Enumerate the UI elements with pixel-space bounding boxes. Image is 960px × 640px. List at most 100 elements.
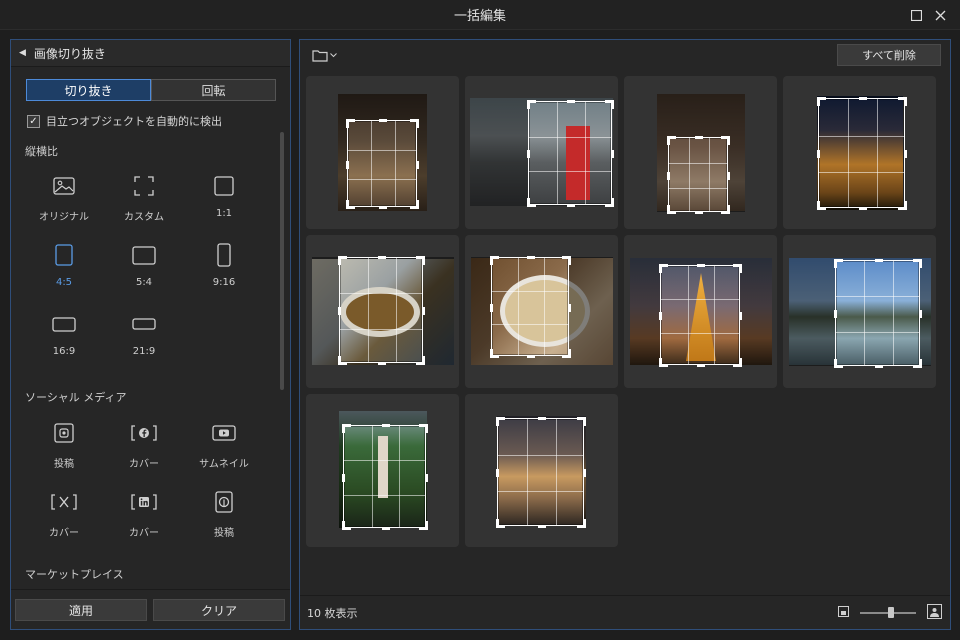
crop-handle[interactable] bbox=[695, 211, 703, 214]
tab-crop[interactable]: 切り抜き bbox=[26, 79, 151, 101]
crop-handle[interactable] bbox=[727, 136, 730, 145]
panel-scrollbar-thumb[interactable] bbox=[280, 132, 284, 390]
crop-handle[interactable] bbox=[874, 259, 883, 262]
crop-handle[interactable] bbox=[527, 150, 530, 158]
crop-handle[interactable] bbox=[416, 200, 419, 209]
crop-handle[interactable] bbox=[834, 259, 837, 268]
crop-handle[interactable] bbox=[338, 307, 341, 315]
crop-handle[interactable] bbox=[346, 200, 349, 209]
crop-handle[interactable] bbox=[583, 417, 586, 426]
crop-handle[interactable] bbox=[919, 310, 922, 318]
thumbnail-card[interactable] bbox=[783, 76, 936, 229]
crop-handle[interactable] bbox=[583, 519, 586, 528]
crop-frame[interactable] bbox=[667, 136, 730, 214]
crop-handle[interactable] bbox=[919, 259, 922, 268]
panel-header[interactable]: ◀ 画像切り抜き bbox=[11, 40, 290, 67]
crop-handle[interactable] bbox=[858, 97, 867, 100]
crop-frame[interactable] bbox=[817, 97, 907, 210]
crop-handle[interactable] bbox=[422, 356, 425, 365]
thumbnail-card[interactable] bbox=[783, 235, 936, 388]
crop-handle[interactable] bbox=[496, 519, 499, 528]
crop-handle[interactable] bbox=[904, 150, 907, 158]
delete-all-button[interactable]: すべて削除 bbox=[837, 44, 941, 66]
thumbnail-card[interactable] bbox=[306, 394, 459, 547]
crop-handle[interactable] bbox=[611, 150, 614, 158]
crop-frame[interactable] bbox=[834, 259, 922, 368]
crop-frame[interactable] bbox=[342, 424, 428, 530]
crop-handle[interactable] bbox=[817, 201, 820, 210]
crop-handle[interactable] bbox=[817, 150, 820, 158]
crop-handle[interactable] bbox=[697, 364, 705, 367]
thumbnail-card[interactable] bbox=[624, 76, 777, 229]
crop-handle[interactable] bbox=[422, 307, 425, 315]
crop-frame[interactable] bbox=[527, 100, 614, 207]
crop-handle[interactable] bbox=[567, 100, 575, 103]
crop-handle[interactable] bbox=[338, 356, 341, 365]
crop-handle[interactable] bbox=[667, 205, 670, 214]
social-instagram-post[interactable]: 投稿 bbox=[24, 419, 104, 479]
crop-handle[interactable] bbox=[568, 256, 571, 265]
thumbnail-card[interactable] bbox=[306, 235, 459, 388]
crop-handle[interactable] bbox=[527, 100, 530, 109]
crop-handle[interactable] bbox=[537, 525, 546, 528]
crop-handle[interactable] bbox=[490, 349, 493, 358]
crop-handle[interactable] bbox=[490, 303, 493, 312]
crop-handle[interactable] bbox=[858, 207, 867, 210]
crop-frame[interactable] bbox=[338, 256, 425, 365]
crop-handle[interactable] bbox=[659, 358, 662, 367]
aspect-custom[interactable]: カスタム bbox=[104, 172, 184, 232]
tab-rotate[interactable]: 回転 bbox=[151, 79, 276, 101]
aspect-4-5[interactable]: 4:5 bbox=[24, 241, 104, 301]
crop-frame[interactable] bbox=[346, 119, 419, 209]
aspect-1-1[interactable]: 1:1 bbox=[184, 172, 264, 232]
aspect-21-9[interactable]: 21:9 bbox=[104, 310, 184, 370]
crop-handle[interactable] bbox=[611, 100, 614, 109]
aspect-original[interactable]: オリジナル bbox=[24, 172, 104, 232]
crop-handle[interactable] bbox=[611, 198, 614, 207]
crop-handle[interactable] bbox=[583, 469, 586, 477]
thumbnail-card[interactable] bbox=[624, 235, 777, 388]
zoom-slider-handle[interactable] bbox=[888, 607, 894, 618]
crop-handle[interactable] bbox=[537, 417, 546, 420]
crop-handle[interactable] bbox=[659, 312, 662, 320]
crop-handle[interactable] bbox=[695, 136, 703, 139]
thumbnail-card[interactable] bbox=[465, 76, 618, 229]
crop-handle[interactable] bbox=[727, 205, 730, 214]
crop-handle[interactable] bbox=[416, 119, 419, 128]
social-youtube-thumbnail[interactable]: サムネイル bbox=[184, 419, 264, 479]
crop-handle[interactable] bbox=[338, 256, 341, 265]
crop-handle[interactable] bbox=[919, 359, 922, 368]
crop-frame[interactable] bbox=[496, 417, 586, 528]
thumbnail-card[interactable] bbox=[306, 76, 459, 229]
crop-handle[interactable] bbox=[527, 198, 530, 207]
crop-handle[interactable] bbox=[568, 303, 571, 312]
crop-handle[interactable] bbox=[527, 256, 535, 259]
auto-detect-checkbox[interactable]: ✓ bbox=[27, 114, 40, 128]
crop-handle[interactable] bbox=[381, 527, 390, 530]
folder-button[interactable] bbox=[312, 49, 337, 62]
crop-handle[interactable] bbox=[378, 362, 386, 365]
thumbnail-card[interactable] bbox=[465, 235, 618, 388]
social-linkedin-cover[interactable]: カバー bbox=[104, 488, 184, 548]
crop-handle[interactable] bbox=[739, 312, 742, 320]
social-pinterest-post[interactable]: 投稿 bbox=[184, 488, 264, 548]
crop-handle[interactable] bbox=[834, 310, 837, 318]
maximize-button[interactable] bbox=[906, 5, 926, 25]
crop-handle[interactable] bbox=[496, 417, 499, 426]
crop-handle[interactable] bbox=[727, 171, 730, 180]
crop-handle[interactable] bbox=[904, 97, 907, 106]
crop-handle[interactable] bbox=[567, 204, 575, 207]
crop-handle[interactable] bbox=[667, 136, 670, 145]
crop-handle[interactable] bbox=[346, 119, 349, 128]
crop-handle[interactable] bbox=[416, 160, 419, 169]
crop-handle[interactable] bbox=[874, 365, 883, 368]
crop-handle[interactable] bbox=[904, 201, 907, 210]
crop-handle[interactable] bbox=[834, 359, 837, 368]
crop-handle[interactable] bbox=[817, 97, 820, 106]
crop-handle[interactable] bbox=[667, 171, 670, 180]
crop-handle[interactable] bbox=[425, 521, 428, 530]
crop-handle[interactable] bbox=[378, 256, 386, 259]
crop-handle[interactable] bbox=[425, 424, 428, 433]
crop-handle[interactable] bbox=[381, 424, 390, 427]
crop-handle[interactable] bbox=[379, 206, 387, 209]
